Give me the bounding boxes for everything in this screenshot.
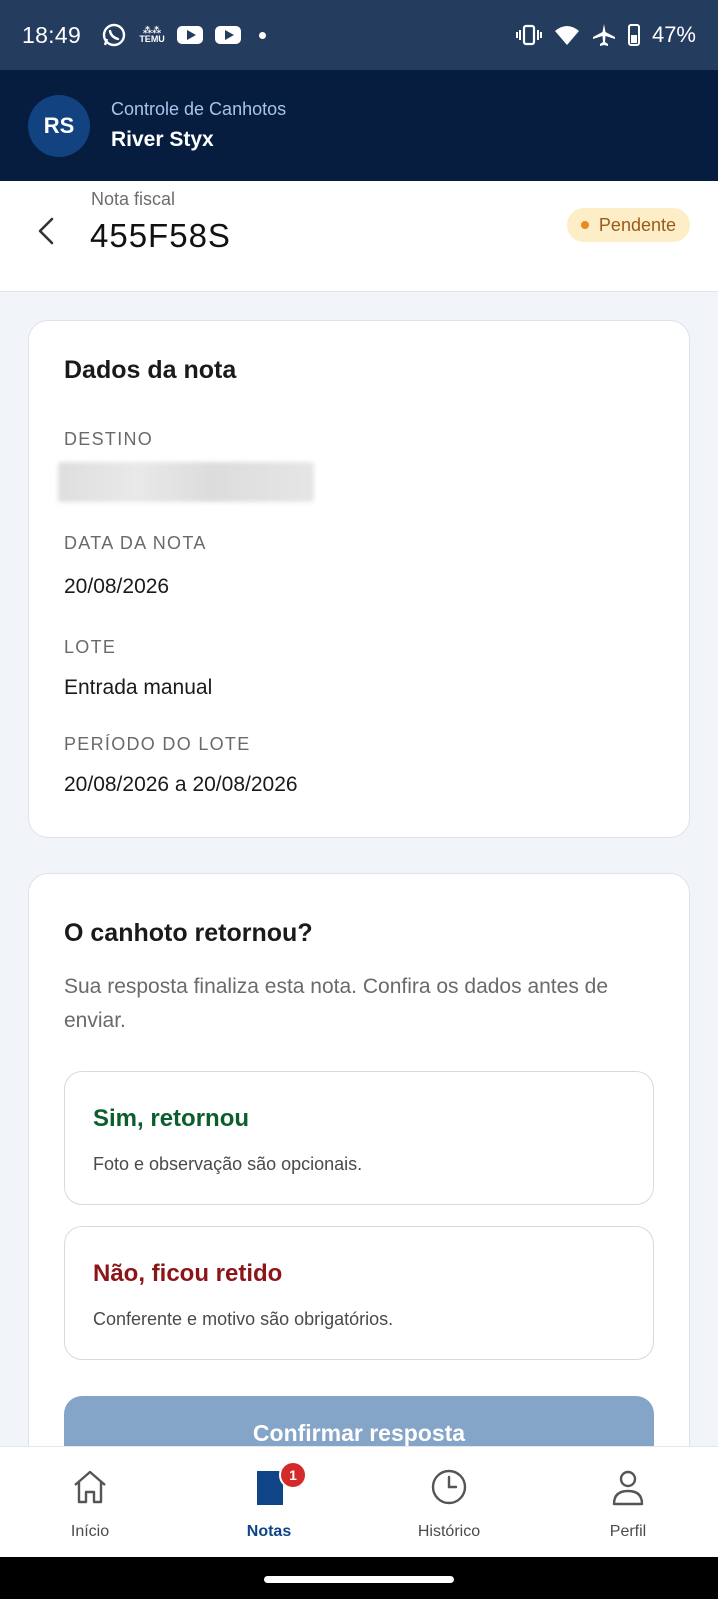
home-icon <box>74 1470 106 1504</box>
nota-number: 455F58S <box>90 217 231 254</box>
periodo-value: 20/08/2026 a 20/08/2026 <box>64 773 298 796</box>
wifi-icon <box>554 26 579 45</box>
person-icon <box>612 1470 644 1506</box>
system-icons: 47% <box>515 22 696 48</box>
bottom-nav: Início 1 Notas Histórico Perfil <box>0 1446 718 1557</box>
periodo-label: PERÍODO DO LOTE <box>64 734 251 754</box>
whatsapp-icon <box>102 23 126 47</box>
status-dot-icon <box>580 221 589 229</box>
nota-header: Nota fiscal 455F58S Pendente <box>0 181 718 292</box>
airplane-icon <box>592 24 615 46</box>
status-badge: Pendente <box>566 208 690 242</box>
canhoto-description: Sua resposta finaliza esta nota. Confira… <box>64 975 609 1032</box>
dados-card: Dados da nota DESTINO DATA DA NOTA 20/08… <box>28 320 690 838</box>
option-yes-title: Sim, retornou <box>93 1105 250 1132</box>
home-gesture-handle[interactable] <box>264 1576 454 1583</box>
destino-value-redacted <box>58 462 314 502</box>
nav-item-inicio[interactable]: Início <box>20 1447 160 1558</box>
option-yes-button[interactable]: Sim, retornou Foto e observação são opci… <box>64 1071 654 1205</box>
nav-label-notas: Notas <box>246 1523 292 1540</box>
status-badge-label: Pendente <box>598 214 676 235</box>
youtube-icon <box>215 26 242 44</box>
dados-title: Dados da nota <box>64 356 237 384</box>
nota-label: Nota fiscal <box>91 189 176 209</box>
option-no-description: Conferente e motivo são obrigatórios. <box>93 1309 394 1329</box>
canhoto-title: O canhoto retornou? <box>64 919 313 947</box>
nav-item-perfil[interactable]: Perfil <box>558 1447 698 1558</box>
nav-label-historico: Histórico <box>417 1523 481 1540</box>
data-label: DATA DA NOTA <box>64 533 207 553</box>
back-arrow-icon[interactable] <box>34 211 58 251</box>
clock-icon <box>431 1469 467 1505</box>
option-no-title: Não, ficou retido <box>93 1260 283 1287</box>
data-value: 20/08/2026 <box>64 575 170 598</box>
canhoto-card: O canhoto retornou? Sua resposta finaliz… <box>28 873 690 1493</box>
notification-badge: 1 <box>279 1461 307 1489</box>
app-subtitle: Controle de Canhotos <box>111 99 287 119</box>
nav-item-historico[interactable]: Histórico <box>379 1447 519 1558</box>
battery-icon <box>627 24 640 46</box>
app-title: River Styx <box>111 128 214 151</box>
nav-label-perfil: Perfil <box>609 1523 647 1540</box>
youtube-icon <box>177 26 204 44</box>
lote-label: LOTE <box>64 637 117 657</box>
lote-value: Entrada manual <box>64 676 213 699</box>
status-bar: 18:49 ⁂⁂ TEMU 47% <box>0 0 718 70</box>
option-yes-description: Foto e observação são opcionais. <box>93 1154 363 1174</box>
nav-item-notas[interactable]: 1 Notas <box>199 1447 339 1558</box>
status-time: 18:49 <box>22 21 82 48</box>
vibrate-icon <box>515 24 542 46</box>
option-no-button[interactable]: Não, ficou retido Conferente e motivo sã… <box>64 1226 654 1360</box>
app-header: RS Controle de Canhotos River Styx <box>0 70 718 181</box>
notification-dot <box>259 31 267 39</box>
avatar[interactable]: RS <box>28 94 90 157</box>
system-nav-bar <box>0 1557 718 1599</box>
temu-icon: ⁂⁂ TEMU <box>139 25 165 44</box>
notification-icons: ⁂⁂ TEMU <box>101 22 267 48</box>
nav-label-inicio: Início <box>70 1523 110 1540</box>
battery-percent: 47% <box>651 22 696 47</box>
header-texts: Controle de Canhotos River Styx <box>111 99 286 152</box>
destino-label: DESTINO <box>64 429 154 449</box>
